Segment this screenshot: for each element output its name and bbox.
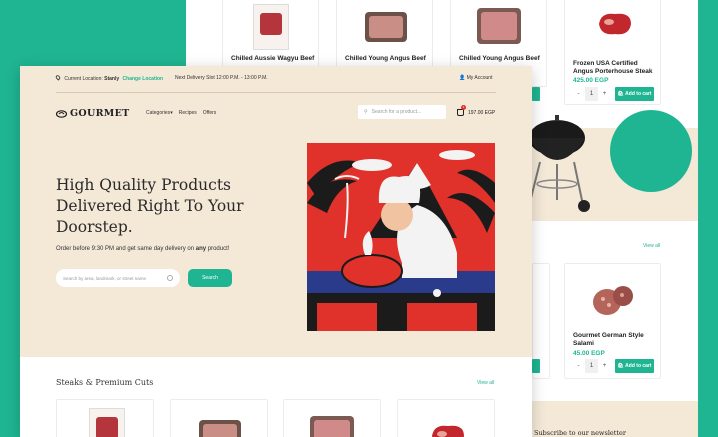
product-name[interactable]: Chilled Aussie Wagyu Beef (231, 55, 314, 63)
minus-button[interactable]: - (572, 87, 585, 101)
quantity-stepper[interactable]: -1 + (572, 87, 611, 101)
bag-icon: 🛍 (617, 363, 624, 369)
bag-icon: 🛍 (617, 91, 624, 97)
logo-mark-icon (56, 109, 67, 118)
newsletter-section: Subscribe to our newsletter (532, 401, 698, 437)
my-account-link[interactable]: 👤 My Account (459, 75, 492, 81)
chevron-down-icon: ▾ (170, 110, 173, 116)
address-search-input[interactable]: Search by area, landmark, or street name (56, 269, 180, 287)
product-price: 425.00 EGP (573, 77, 609, 84)
product-name[interactable]: Gourmet German Style Salami (573, 332, 659, 348)
section-title: Steaks & Premium Cuts (56, 378, 154, 387)
top-bar: Current Location: Stanly Change Location… (54, 74, 496, 82)
newsletter-title: Subscribe to our newsletter (534, 429, 626, 437)
quantity-value[interactable]: 1 (585, 359, 598, 373)
cart-icon: 1 (457, 105, 466, 116)
search-input[interactable]: ⚲ Search for a product... (358, 105, 446, 119)
plus-button[interactable]: + (598, 87, 611, 101)
add-to-cart-button[interactable] (532, 359, 540, 373)
product-image (432, 425, 464, 437)
product-card[interactable] (170, 399, 268, 437)
product-card[interactable] (56, 399, 154, 437)
product-image (477, 8, 521, 44)
main-page: Current Location: Stanly Change Location… (20, 66, 532, 437)
location-value: Stanly (104, 76, 120, 82)
product-name[interactable]: Frozen USA Certified Angus Porterhouse S… (573, 60, 659, 76)
view-all-link[interactable]: View all (643, 243, 660, 249)
add-to-cart-button[interactable] (532, 87, 540, 101)
change-location-link[interactable]: Change Location (123, 76, 164, 82)
product-name[interactable]: Chilled Young Angus Beef (459, 55, 540, 63)
plus-button[interactable]: + (598, 359, 611, 373)
hero-headline: High Quality Products Delivered Right To… (56, 176, 244, 236)
user-icon: 👤 (459, 75, 466, 81)
divider (56, 92, 496, 93)
logo[interactable]: GOURMET (56, 108, 130, 119)
product-image (253, 4, 289, 50)
product-image (593, 286, 633, 315)
cart-count-badge: 1 (461, 105, 466, 110)
search-button[interactable]: Search (188, 269, 232, 287)
cart-total: 197.00 EGP (468, 109, 496, 116)
product-image (89, 408, 125, 437)
product-price: 45.00 EGP (573, 350, 605, 357)
teal-circle-decor (610, 110, 692, 192)
chef-illustration (307, 143, 495, 331)
locate-icon[interactable] (167, 275, 173, 281)
quantity-stepper[interactable]: -1 + (572, 359, 611, 373)
product-card[interactable] (397, 399, 495, 437)
product-name[interactable]: Chilled Young Angus Beef (345, 55, 426, 63)
nav-recipes[interactable]: Recipes (179, 110, 197, 116)
search-icon: ⚲ (364, 109, 368, 115)
location-pin-icon (54, 74, 62, 81)
view-all-link[interactable]: View all (477, 380, 494, 386)
nav-categories[interactable]: Categories▾ (146, 110, 173, 116)
minus-button[interactable]: - (572, 359, 585, 373)
bbq-grill-icon (527, 115, 590, 212)
product-image (365, 12, 407, 42)
add-to-cart-button[interactable]: 🛍 Add to cart (615, 359, 654, 373)
delivery-slot: Next Delivery Slot 12:00 P.M. - 13:00 P.… (175, 75, 268, 81)
quantity-value[interactable]: 1 (585, 87, 598, 101)
product-image (310, 416, 354, 437)
product-image (199, 420, 241, 437)
cart-button[interactable]: 1 197.00 EGP (457, 105, 496, 116)
nav-offers[interactable]: Offers (203, 110, 217, 116)
product-image (599, 13, 631, 35)
main-nav: Categories▾ Recipes Offers (146, 110, 216, 116)
logo-text: GOURMET (70, 108, 130, 119)
location-label: Current Location: (64, 76, 103, 82)
add-to-cart-button[interactable]: 🛍 Add to cart (615, 87, 654, 101)
product-card[interactable] (283, 399, 381, 437)
search-placeholder: Search for a product... (371, 109, 422, 115)
hero-subtext: Order before 9:30 PM and get same day de… (56, 246, 230, 252)
